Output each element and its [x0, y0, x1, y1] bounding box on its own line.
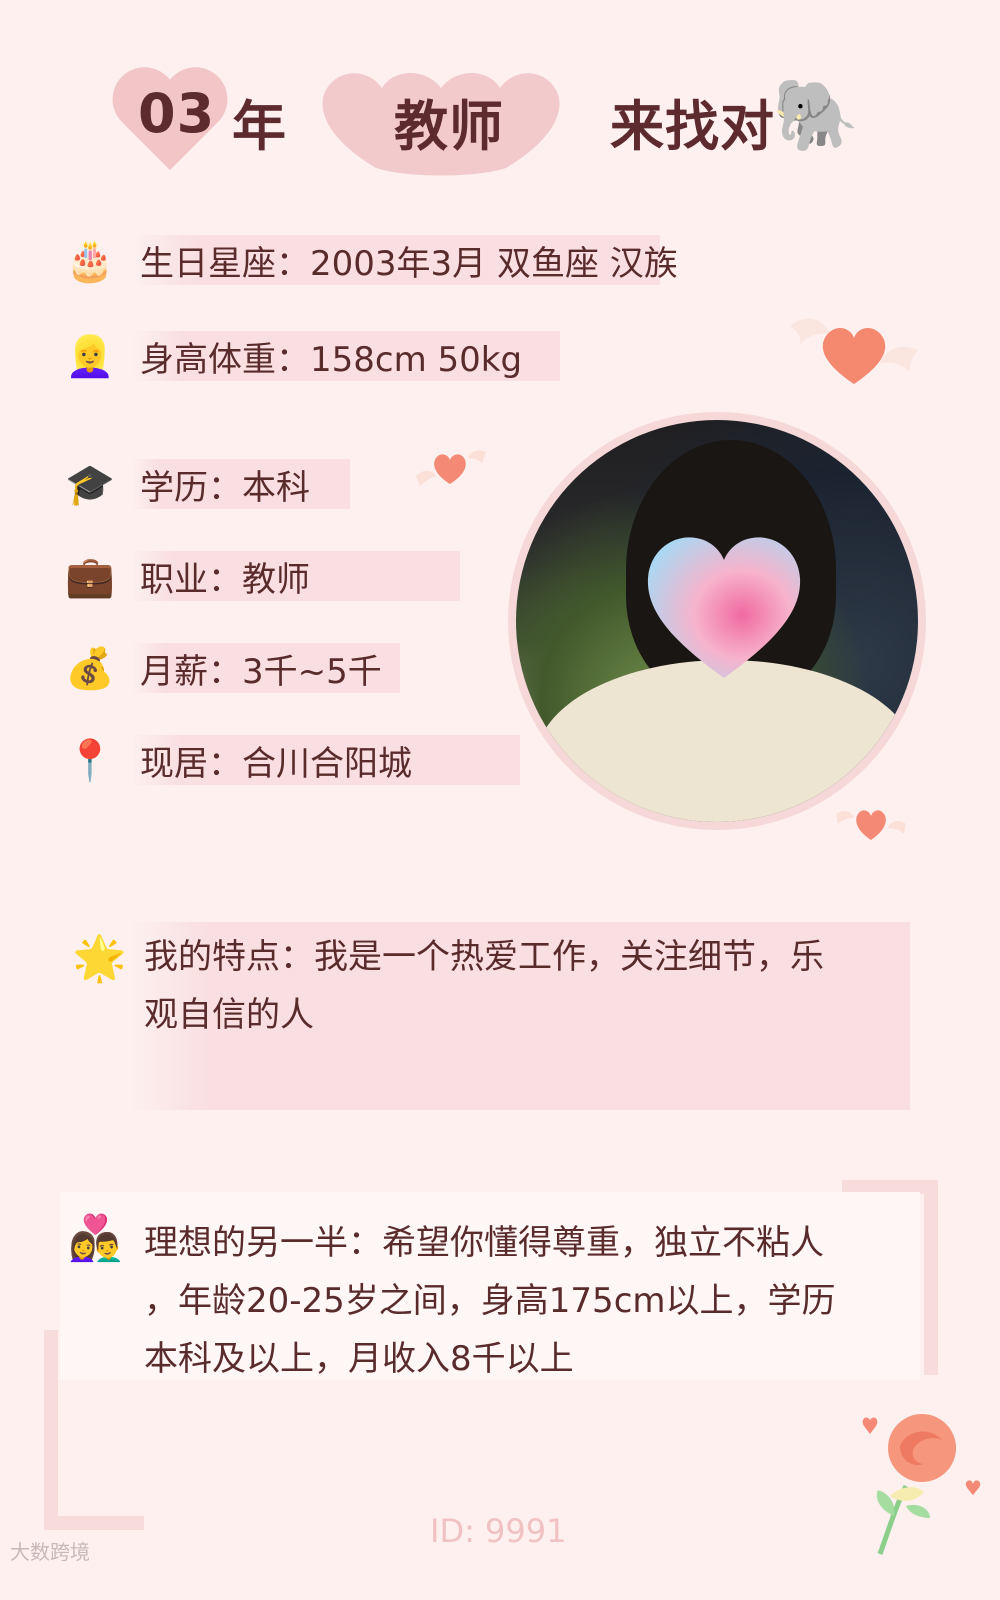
small-winged-heart-icon: [416, 450, 486, 486]
profile-text-height-weight: 身高体重：158cm 50kg: [132, 331, 560, 381]
winged-heart-icon: [790, 318, 918, 384]
looking-for-text: 来找对: [610, 95, 775, 158]
woman-icon: 👱‍♀️: [65, 333, 115, 380]
money-bag-icon: 💰: [65, 645, 115, 692]
couple-heart-icon: 👩‍❤️‍👨: [68, 1213, 123, 1264]
star-icon: 🌟: [72, 933, 127, 984]
profile-row-height-weight: 👱‍♀️ 身高体重：158cm 50kg: [62, 328, 560, 384]
tiny-heart-icon: ♥: [964, 1476, 982, 1500]
elephant-icon: 🐘: [772, 74, 860, 156]
birthday-cake-icon: 🎂: [65, 237, 115, 284]
profile-row-residence: 📍 现居：合川合阳城: [62, 732, 520, 788]
ideal-line-1: 理想的另一半：希望你懂得尊重，独立不粘人: [144, 1223, 824, 1263]
profile-row-birthday: 🎂 生日星座：2003年3月 双鱼座 汉族: [62, 232, 678, 288]
rose-icon: [862, 1414, 956, 1555]
briefcase-icon: 💼: [65, 553, 115, 600]
photo-hoodie-shape: [536, 660, 916, 822]
location-pin-icon: 📍: [65, 737, 115, 784]
profession-text: 教师: [394, 95, 504, 158]
profile-row-occupation: 💼 职业：教师: [62, 548, 460, 604]
profile-row-salary: 💰 月薪：3千~5千: [62, 640, 400, 696]
year-suffix-text: 年: [232, 95, 287, 158]
features-line-2: 观自信的人: [144, 995, 314, 1035]
profile-row-education: 🎓 学历：本科: [62, 456, 350, 512]
face-blur-heart-icon: [647, 537, 801, 678]
year-text: 03: [138, 82, 216, 145]
watermark-text: 大数跨境: [10, 1540, 90, 1564]
profile-text-salary: 月薪：3千~5千: [132, 643, 400, 693]
profile-photo: [516, 420, 918, 822]
profile-text-occupation: 职业：教师: [132, 551, 460, 601]
profile-text-birthday: 生日星座：2003年3月 双鱼座 汉族: [132, 235, 678, 285]
profile-text-education: 学历：本科: [132, 459, 350, 509]
ideal-line-2: ，年龄20-25岁之间，身高175cm以上，学历: [144, 1281, 836, 1321]
profile-id: ID: 9991: [430, 1512, 567, 1550]
ideal-line-3: 本科及以上，月收入8千以上: [144, 1339, 574, 1379]
profile-text-residence: 现居：合川合阳城: [132, 735, 520, 785]
features-line-1: 我的特点：我是一个热爱工作，关注细节，乐: [144, 937, 824, 977]
graduation-cap-icon: 🎓: [65, 461, 115, 508]
